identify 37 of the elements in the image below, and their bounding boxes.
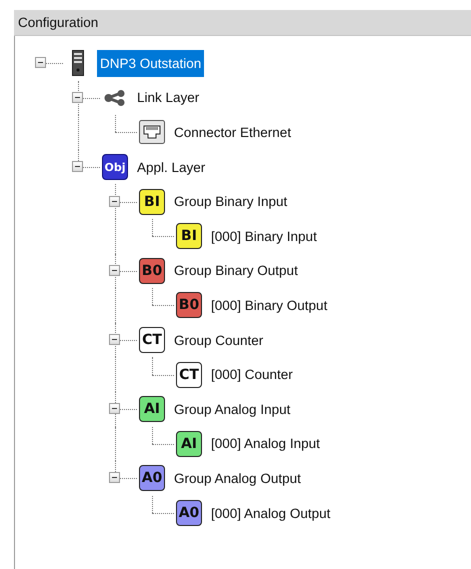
- tree-item[interactable]: [000] Counter: [208, 364, 296, 386]
- tree-item[interactable]: Group Binary Output: [171, 260, 301, 282]
- collapse-toggle[interactable]: [109, 334, 120, 346]
- tree-item[interactable]: [000] Analog Output: [208, 502, 334, 524]
- collapse-toggle[interactable]: [109, 264, 120, 276]
- type-badge-icon: AI: [139, 396, 165, 422]
- tree-item[interactable]: Group Analog Output: [171, 468, 304, 489]
- ethernet-port-icon: [139, 120, 165, 144]
- type-badge-icon: A0: [176, 500, 202, 526]
- collapse-toggle[interactable]: [72, 161, 83, 172]
- panel-title: Configuration: [18, 15, 98, 30]
- type-badge-icon: CT: [176, 362, 202, 388]
- tree-item[interactable]: [000] Binary Output: [208, 294, 330, 316]
- type-badge-icon: BI: [139, 188, 165, 215]
- tree-item[interactable]: Group Analog Input: [171, 398, 294, 420]
- tree-item[interactable]: [000] Binary Input: [208, 226, 320, 247]
- share-icon: [104, 90, 126, 106]
- type-badge-icon: B0: [176, 292, 202, 318]
- type-badge-icon: CT: [139, 327, 165, 354]
- tree-item[interactable]: [000] Analog Input: [208, 433, 323, 454]
- type-badge-icon: A0: [139, 465, 165, 492]
- collapse-toggle[interactable]: [109, 196, 120, 207]
- type-badge-icon: AI: [176, 430, 202, 457]
- tree-item[interactable]: Connector Ethernet: [171, 122, 294, 143]
- tree-item[interactable]: Link Layer: [134, 87, 202, 108]
- object-badge-icon: Obj: [102, 154, 128, 180]
- tree-item[interactable]: Group Binary Input: [171, 191, 290, 212]
- collapse-toggle[interactable]: [109, 403, 120, 414]
- type-badge-icon: B0: [139, 258, 165, 284]
- collapse-toggle[interactable]: [72, 92, 83, 103]
- tree-item[interactable]: Appl. Layer: [134, 156, 208, 178]
- type-badge-icon: BI: [176, 223, 202, 250]
- collapse-toggle[interactable]: [109, 472, 120, 484]
- tree-item[interactable]: DNP3 Outstation: [97, 50, 204, 77]
- server-icon: [72, 50, 84, 76]
- tree-item[interactable]: Group Counter: [171, 330, 266, 351]
- collapse-toggle[interactable]: [35, 57, 46, 68]
